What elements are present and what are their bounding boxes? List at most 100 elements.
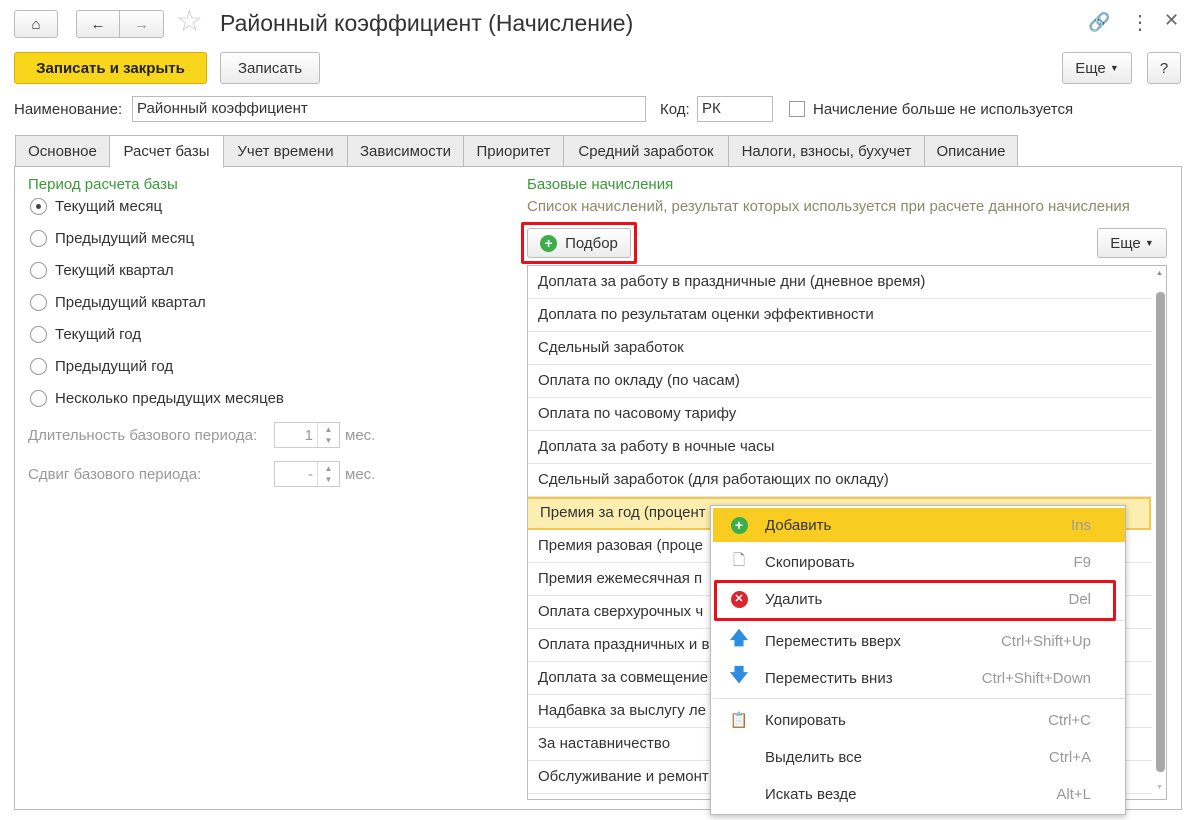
radio-label: Предыдущий квартал [55,294,206,311]
radio-label: Предыдущий год [55,358,174,375]
caret-down-icon: ▼ [1109,63,1119,73]
plus-circle-icon: + [730,516,748,534]
period-title: Период расчета базы [28,176,178,193]
tab-avg-earnings[interactable]: Средний заработок [563,135,729,167]
back-button[interactable]: ← [76,10,120,38]
menu-shortcut: Ctrl+Shift+Down [981,669,1091,687]
radio-off [30,390,47,407]
list-scrollbar[interactable]: ▲ ▼ [1154,266,1166,799]
duration-value: 1 [304,427,313,444]
save-close-button[interactable]: Записать и закрыть [14,52,207,84]
scroll-up-icon[interactable]: ▲ [1156,270,1163,277]
radio-current-month[interactable]: Текущий месяц [30,198,162,215]
base-title: Базовые начисления [527,176,674,193]
menu-shortcut: Ctrl+A [1048,748,1091,766]
highlight-delete [714,580,1116,621]
radio-off [30,262,47,279]
page-title: Районный коэффициент (Начисление) [220,10,634,36]
list-item[interactable]: Доплата за работу в ночные часы [528,431,1152,464]
duration-unit: мес. [345,427,376,444]
radio-label: Несколько предыдущих месяцев [55,390,284,407]
home-icon: ⌂ [31,15,41,33]
spin-arrows-icon[interactable]: ▲ ▼ [317,462,339,486]
duration-stepper[interactable]: 1 ▲ ▼ [274,422,340,448]
caret-down-icon: ▼ [1144,238,1154,248]
clipboard-copy-icon: 📋 [729,712,749,729]
help-button[interactable]: ? [1147,52,1181,84]
tab-time[interactable]: Учет времени [223,135,348,167]
scroll-down-icon[interactable]: ▼ [1156,784,1163,791]
list-more-button[interactable]: Еще ▼ [1097,228,1167,258]
list-item[interactable]: Сдельный заработок [528,332,1152,365]
tab-priority[interactable]: Приоритет [463,135,564,167]
shift-stepper[interactable]: - ▲ ▼ [274,461,340,487]
favorite-star-icon[interactable]: ☆ [176,4,203,39]
context-menu: + Добавить Ins 🗋 Скопировать F9 ✕ Удалить Del … [710,505,1126,815]
radio-several-months[interactable]: Несколько предыдущих месяцев [30,390,284,407]
more-button[interactable]: Еще ▼ [1062,52,1132,84]
radio-prev-month[interactable]: Предыдущий месяц [30,230,194,247]
arrow-left-icon: ← [90,15,106,33]
menu-shortcut: Alt+L [1056,785,1091,803]
menu-label: Копировать [765,711,846,729]
radio-current-year[interactable]: Текущий год [30,326,141,343]
unused-label: Начисление больше не используется [813,101,1074,118]
highlight-pick [521,222,637,264]
menu-label: Выделить все [765,748,863,766]
more-label: Еще [1110,234,1141,252]
menu-label: Переместить вниз [765,669,893,687]
code-label: Код: [660,101,690,118]
tab-dependencies[interactable]: Зависимости [347,135,464,167]
radio-off [30,358,47,375]
radio-label: Предыдущий месяц [55,230,195,247]
radio-on [30,198,47,215]
radio-prev-year[interactable]: Предыдущий год [30,358,173,375]
tab-description[interactable]: Описание [924,135,1018,167]
menu-shortcut: F9 [1073,553,1091,571]
name-input[interactable]: Районный коэффициент [132,96,646,122]
copy-document-icon: 🗋 [732,551,746,569]
menu-item-copy[interactable]: 📋 Копировать Ctrl+C [713,703,1125,737]
list-item[interactable]: Доплата за работу в праздничные дни (дне… [528,266,1152,299]
list-item[interactable]: Доплата по результатам оценки эффективно… [528,299,1152,332]
tab-base-calc[interactable]: Расчет базы [109,135,224,168]
list-item[interactable]: Оплата по часовому тарифу [528,398,1152,431]
menu-item-move-up[interactable]: 🡅 Переместить вверх Ctrl+Shift+Up [713,624,1125,658]
menu-shortcut: Ctrl+C [1048,711,1091,729]
menu-item-search-everywhere[interactable]: Искать везде Alt+L [713,777,1125,811]
menu-item-select-all[interactable]: Выделить все Ctrl+A [713,740,1125,774]
tab-taxes[interactable]: Налоги, взносы, бухучет [728,135,925,167]
radio-off [30,230,47,247]
menu-label: Переместить вверх [765,632,901,650]
arrow-down-icon: 🡇 [729,665,749,685]
spin-arrows-icon[interactable]: ▲ ▼ [317,423,339,447]
duration-label: Длительность базового периода: [28,427,258,444]
shift-label: Сдвиг базового периода: [28,466,202,483]
code-input[interactable]: РК [697,96,773,122]
radio-label: Текущий квартал [55,262,174,279]
menu-shortcut: Ctrl+Shift+Up [1000,632,1091,650]
forward-button[interactable]: → [119,10,164,38]
more-vertical-icon[interactable]: ⋮ [1130,10,1150,35]
unused-checkbox[interactable] [789,101,805,117]
radio-label: Текущий год [55,326,142,343]
radio-prev-quarter[interactable]: Предыдущий квартал [30,294,206,311]
name-label: Наименование: [14,101,123,118]
menu-item-add[interactable]: + Добавить Ins [713,508,1125,542]
close-icon[interactable]: ✕ [1164,10,1179,31]
scrollbar-thumb[interactable] [1156,292,1165,772]
link-icon[interactable]: 🔗 [1088,12,1110,33]
menu-item-duplicate[interactable]: 🗋 Скопировать F9 [713,545,1125,579]
menu-label: Добавить [765,516,832,534]
save-button[interactable]: Записать [220,52,320,84]
home-button[interactable]: ⌂ [14,10,58,38]
active-tab-gap [110,165,223,167]
arrow-right-icon: → [134,15,149,33]
list-item[interactable]: Оплата по окладу (по часам) [528,365,1152,398]
list-item[interactable]: Сдельный заработок (для работающих по ок… [528,464,1152,497]
menu-item-move-down[interactable]: 🡇 Переместить вниз Ctrl+Shift+Down [713,661,1125,695]
more-label: Еще [1075,59,1106,77]
menu-label: Искать везде [765,785,857,803]
radio-current-quarter[interactable]: Текущий квартал [30,262,174,279]
tab-main[interactable]: Основное [15,135,110,167]
